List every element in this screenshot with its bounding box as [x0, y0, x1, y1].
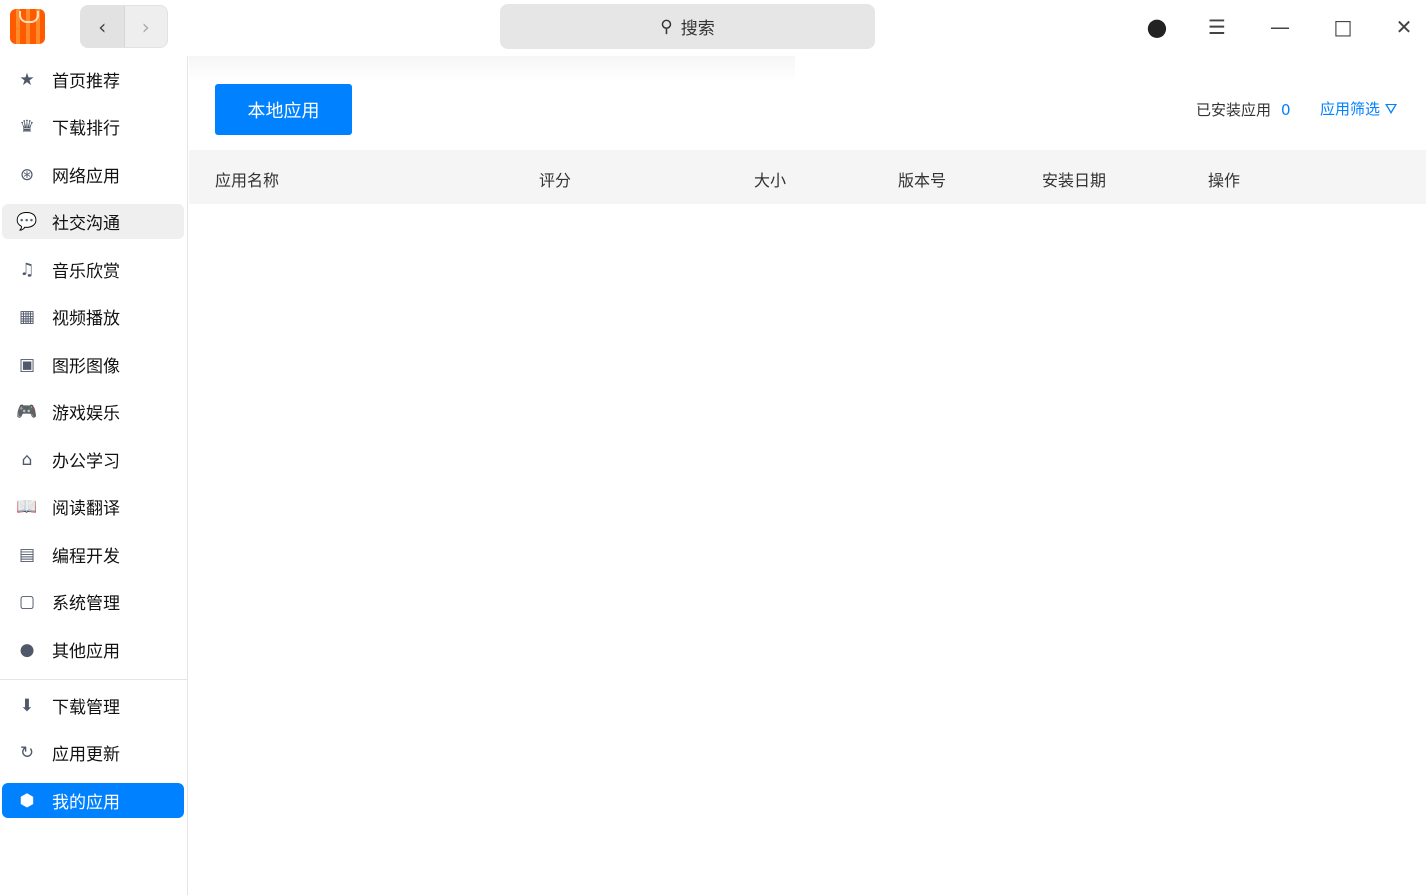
sidebar-item-label: 音乐欣赏 — [52, 262, 120, 282]
sidebar-item-label: 首页推荐 — [52, 72, 120, 92]
search-input[interactable]: ⚲ 搜索 — [500, 4, 875, 49]
filter-icon: ⛛ — [1384, 100, 1398, 118]
installed-label: 已安装应用 — [1196, 101, 1272, 119]
sidebar-item-my-apps[interactable]: ⬢ 我的应用 — [2, 783, 184, 818]
sidebar-item-label: 游戏娱乐 — [52, 404, 120, 424]
downloads-icon: ⬇ — [19, 695, 35, 716]
sidebar-item-label: 图形图像 — [52, 357, 120, 377]
sidebar-item-label: 我的应用 — [52, 793, 120, 813]
sidebar-item-updates[interactable]: ↻ 应用更新 — [2, 735, 184, 770]
category-3-icon: 💬 — [16, 211, 38, 232]
user-avatar-icon[interactable]: ● — [1143, 13, 1171, 41]
category-7-icon: 🎮 — [16, 401, 38, 422]
local-apps-button[interactable]: 本地应用 — [215, 84, 352, 135]
sidebar-item-category-3[interactable]: 💬 社交沟通 — [2, 204, 184, 239]
search-placeholder: 搜索 — [680, 19, 715, 39]
filter-label: 应用筛选 — [1320, 100, 1381, 118]
sidebar-item-label: 社交沟通 — [52, 214, 120, 234]
sidebar-item-downloads[interactable]: ⬇ 下载管理 — [2, 688, 184, 723]
category-5-icon: ▦ — [18, 306, 36, 327]
sidebar: ★ 首页推荐 ♛ 下载排行 ⊛ 网络应用 💬 社交沟通 ♫ 音乐欣赏 ▦ 视频播放 ▣ 图形图像 🎮 游戏娱乐… — [0, 56, 188, 895]
column-rating[interactable]: 评分 — [539, 167, 571, 191]
close-icon[interactable]: ✕ — [1390, 13, 1418, 41]
category-9-icon: 📖 — [16, 496, 38, 517]
search-icon: ⚲ — [660, 16, 673, 37]
nav-buttons: ‹ › — [80, 5, 168, 48]
sidebar-item-label: 编程开发 — [52, 547, 120, 567]
sidebar-item-label: 下载排行 — [52, 119, 120, 139]
maximize-icon[interactable]: □ — [1329, 13, 1357, 41]
sidebar-item-label: 其他应用 — [52, 642, 120, 662]
sidebar-item-category-12[interactable]: ● 其他应用 — [2, 632, 184, 667]
my-apps-icon: ⬢ — [19, 790, 35, 811]
sidebar-item-category-1[interactable]: ♛ 下载排行 — [2, 109, 184, 144]
sidebar-item-label: 网络应用 — [52, 167, 120, 187]
column-name[interactable]: 应用名称 — [215, 167, 279, 191]
sidebar-item-category-6[interactable]: ▣ 图形图像 — [2, 347, 184, 382]
sidebar-item-category-5[interactable]: ▦ 视频播放 — [2, 299, 184, 334]
sidebar-item-category-11[interactable]: ▢ 系统管理 — [2, 584, 184, 619]
sidebar-item-category-10[interactable]: ▤ 编程开发 — [2, 537, 184, 572]
sidebar-item-category-9[interactable]: 📖 阅读翻译 — [2, 489, 184, 524]
installed-count-value: 0 — [1281, 101, 1291, 119]
column-install-date[interactable]: 安装日期 — [1042, 167, 1106, 191]
table-header: 应用名称 评分 大小 版本号 安装日期 操作 — [189, 150, 1426, 204]
sidebar-item-category-8[interactable]: ⌂ 办公学习 — [2, 442, 184, 477]
sidebar-item-category-4[interactable]: ♫ 音乐欣赏 — [2, 252, 184, 287]
app-store-logo — [10, 9, 45, 44]
category-12-icon: ● — [19, 639, 35, 660]
back-button[interactable]: ‹ — [81, 6, 125, 47]
app-filter-button[interactable]: 应用筛选 ⛛ — [1320, 98, 1397, 119]
category-4-icon: ♫ — [19, 259, 35, 280]
sidebar-item-label: 视频播放 — [52, 309, 120, 329]
sidebar-item-label: 阅读翻译 — [52, 499, 120, 519]
column-actions: 操作 — [1208, 171, 1241, 190]
sidebar-item-label: 系统管理 — [52, 594, 120, 614]
titlebar: ‹ › ⚲ 搜索 ● ☰ — □ ✕ — [0, 0, 1426, 56]
sidebar-item-category-2[interactable]: ⊛ 网络应用 — [2, 157, 184, 192]
category-2-icon: ⊛ — [19, 164, 35, 185]
sidebar-divider — [0, 679, 188, 680]
column-size[interactable]: 大小 — [754, 167, 786, 191]
category-1-icon: ♛ — [19, 116, 35, 137]
sidebar-item-category-7[interactable]: 🎮 游戏娱乐 — [2, 394, 184, 429]
forward-button[interactable]: › — [125, 6, 168, 47]
updates-icon: ↻ — [19, 742, 35, 763]
installed-count: 已安装应用 0 — [1196, 99, 1291, 120]
sidebar-item-category-0[interactable]: ★ 首页推荐 — [2, 62, 184, 97]
main-content: 本地应用 已安装应用 0 应用筛选 ⛛ 应用名称 评分 大小 版本号 安装日期 操… — [189, 56, 1426, 895]
sidebar-item-label: 应用更新 — [52, 745, 120, 765]
category-10-icon: ▤ — [18, 544, 36, 565]
category-6-icon: ▣ — [18, 354, 36, 375]
category-11-icon: ▢ — [18, 591, 36, 612]
sidebar-item-label: 下载管理 — [52, 698, 120, 718]
category-8-icon: ⌂ — [21, 449, 33, 470]
minimize-icon[interactable]: — — [1266, 13, 1294, 41]
header-shadow — [189, 56, 795, 82]
column-version[interactable]: 版本号 — [898, 167, 946, 191]
category-0-icon: ★ — [19, 69, 35, 90]
menu-icon[interactable]: ☰ — [1203, 13, 1231, 41]
sidebar-item-label: 办公学习 — [52, 452, 120, 472]
